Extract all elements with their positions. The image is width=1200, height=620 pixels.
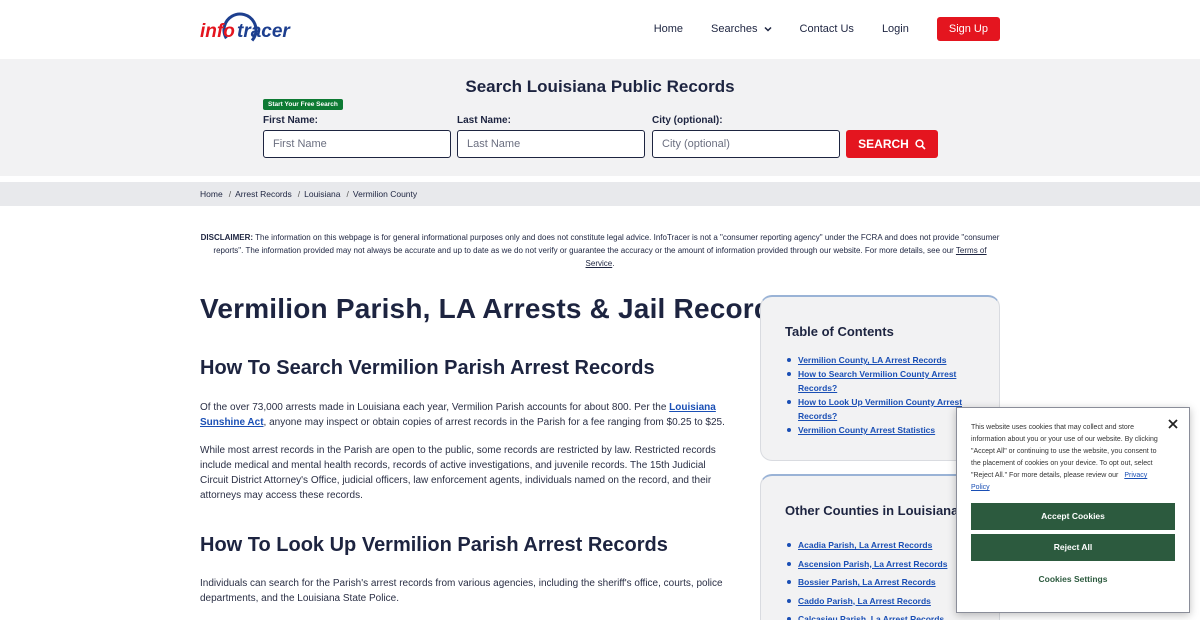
first-name-input[interactable] bbox=[263, 130, 451, 158]
breadcrumb-separator: / bbox=[297, 189, 301, 199]
breadcrumb-bar: Home / Arrest Records / Louisiana / Verm… bbox=[0, 182, 1200, 206]
breadcrumb-separator: / bbox=[346, 189, 349, 199]
county-link[interactable]: Caddo Parish, La Arrest Records bbox=[785, 594, 985, 608]
infotracer-logo[interactable]: info tracer bbox=[200, 8, 302, 50]
cookie-text: This website uses cookies that may colle… bbox=[971, 422, 1163, 494]
toc-item[interactable]: How to Look Up Vermilion County Arrest R… bbox=[785, 395, 975, 423]
search-section: Search Louisiana Public Records Start Yo… bbox=[0, 59, 1200, 176]
toc-item[interactable]: Vermilion County, LA Arrest Records bbox=[785, 353, 975, 367]
breadcrumb-home[interactable]: Home bbox=[200, 189, 223, 199]
paragraph-text: , anyone may inspect or obtain copies of… bbox=[263, 417, 725, 428]
breadcrumb-louisiana[interactable]: Louisiana bbox=[304, 189, 340, 199]
free-search-badge: Start Your Free Search bbox=[263, 99, 343, 110]
first-name-label: First Name: bbox=[263, 115, 319, 126]
heading-how-to-search: How To Search Vermilion Parish Arrest Re… bbox=[200, 357, 655, 379]
page-title: Vermilion Parish, LA Arrests & Jail Reco… bbox=[200, 293, 787, 324]
main-nav: Home Searches Contact Us Login Sign Up bbox=[626, 17, 1000, 41]
cookies-settings-button[interactable]: Cookies Settings bbox=[971, 574, 1175, 584]
county-link[interactable]: Bossier Parish, La Arrest Records bbox=[785, 575, 985, 589]
search-title: Search Louisiana Public Records bbox=[465, 77, 735, 96]
toc-list: Vermilion County, LA Arrest Records How … bbox=[785, 353, 975, 437]
toc-item[interactable]: Vermilion County Arrest Statistics bbox=[785, 423, 975, 437]
disclaimer: DISCLAIMER: The information on this webp… bbox=[200, 231, 1000, 270]
paragraph-restricted-records: While most arrest records in the Parish … bbox=[200, 445, 716, 501]
chevron-down-icon bbox=[763, 26, 772, 32]
breadcrumb-current: Vermilion County bbox=[352, 189, 418, 199]
search-icon bbox=[915, 138, 926, 150]
toc-title: Table of Contents bbox=[785, 324, 894, 339]
disclaimer-end: . bbox=[612, 259, 615, 268]
signup-button[interactable]: Sign Up bbox=[936, 17, 1000, 41]
breadcrumb-separator: / bbox=[228, 189, 232, 199]
accept-cookies-button[interactable]: Accept Cookies bbox=[971, 503, 1175, 530]
cookie-message: This website uses cookies that may colle… bbox=[971, 424, 1158, 479]
counties-list: Acadia Parish, La Arrest Records Ascensi… bbox=[785, 538, 985, 620]
nav-searches[interactable]: Searches bbox=[711, 23, 772, 35]
paragraph-text: Of the over 73,000 arrests made in Louis… bbox=[200, 402, 667, 413]
city-input[interactable] bbox=[652, 130, 840, 158]
search-button[interactable]: SEARCH bbox=[846, 130, 938, 158]
county-link[interactable]: Acadia Parish, La Arrest Records bbox=[785, 538, 985, 552]
last-name-label: Last Name: bbox=[457, 115, 511, 126]
disclaimer-text: The information on this webpage is for g… bbox=[213, 233, 1000, 255]
county-link[interactable]: Ascension Parish, La Arrest Records bbox=[785, 557, 985, 571]
svg-text:tracer: tracer bbox=[237, 21, 291, 42]
paragraph-arrest-stats: Of the over 73,000 arrests made in Louis… bbox=[200, 400, 725, 430]
paragraph-agencies: Individuals can search for the Parish's … bbox=[200, 578, 723, 604]
reject-all-button[interactable]: Reject All bbox=[971, 534, 1175, 561]
nav-searches-label: Searches bbox=[711, 23, 758, 35]
nav-home[interactable]: Home bbox=[654, 23, 683, 35]
city-label: City (optional): bbox=[652, 115, 723, 126]
breadcrumb-arrest-records[interactable]: Arrest Records bbox=[235, 189, 292, 199]
search-button-label: SEARCH bbox=[858, 137, 909, 151]
disclaimer-label: DISCLAIMER: bbox=[200, 233, 254, 242]
toc-item[interactable]: How to Search Vermilion County Arrest Re… bbox=[785, 367, 975, 395]
county-link[interactable]: Calcasieu Parish, La Arrest Records bbox=[785, 612, 985, 620]
breadcrumb: Home / Arrest Records / Louisiana / Verm… bbox=[200, 189, 417, 199]
nav-contact-us[interactable]: Contact Us bbox=[800, 23, 854, 35]
svg-text:info: info bbox=[200, 21, 235, 42]
last-name-input[interactable] bbox=[457, 130, 645, 158]
site-header: info tracer Home Searches Contact Us Log… bbox=[0, 0, 1200, 59]
other-counties-title: Other Counties in Louisiana bbox=[785, 503, 959, 518]
heading-how-to-look-up: How To Look Up Vermilion Parish Arrest R… bbox=[200, 534, 668, 556]
cookie-banner: This website uses cookies that may colle… bbox=[956, 407, 1190, 613]
close-icon[interactable] bbox=[1167, 418, 1179, 430]
nav-login[interactable]: Login bbox=[882, 23, 909, 35]
